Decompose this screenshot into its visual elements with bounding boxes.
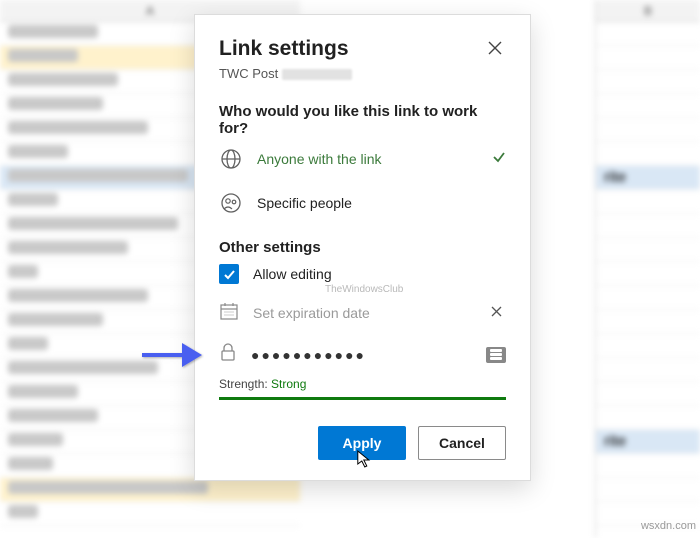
option-anyone-with-link[interactable]: Anyone with the link	[219, 137, 506, 181]
expiration-placeholder: Set expiration date	[253, 305, 473, 321]
strength-label: Strength:	[219, 377, 268, 391]
check-icon	[492, 150, 506, 169]
calendar-icon	[219, 301, 239, 326]
expiration-date-row[interactable]: TheWindowsClub Set expiration date	[219, 292, 506, 334]
file-name-line: TWC Post	[219, 66, 506, 81]
password-strength: Strength: Strong	[219, 377, 506, 391]
checkmark-icon	[223, 268, 236, 281]
watermark-corner: wsxdn.com	[641, 520, 696, 532]
other-settings-title: Other settings	[219, 239, 506, 256]
link-settings-dialog: Link settings TWC Post Who would you lik…	[194, 14, 531, 481]
cell-fragment: rite	[604, 169, 626, 186]
dialog-title: Link settings	[219, 37, 349, 61]
cancel-button[interactable]: Cancel	[418, 426, 506, 460]
option-label: Specific people	[257, 195, 506, 211]
option-label: Anyone with the link	[257, 151, 478, 167]
people-icon	[219, 191, 243, 215]
password-row[interactable]: ●●●●●●●●●●●	[219, 334, 506, 375]
column-header-b[interactable]: B	[596, 0, 700, 22]
clear-expiration-button[interactable]	[487, 300, 506, 326]
close-button[interactable]	[484, 37, 506, 64]
strength-bar	[219, 397, 506, 400]
lock-icon	[219, 342, 237, 367]
dialog-subtitle: Who would you like this link to work for…	[219, 103, 506, 137]
strength-value: Strong	[271, 377, 306, 391]
cancel-label: Cancel	[439, 435, 485, 451]
cursor-icon	[355, 449, 373, 472]
close-icon	[491, 306, 502, 317]
option-specific-people[interactable]: Specific people	[219, 181, 506, 225]
watermark-inline: TheWindowsClub	[325, 284, 403, 295]
file-name-redacted	[282, 69, 352, 80]
allow-editing-label: Allow editing	[253, 266, 506, 282]
password-field[interactable]: ●●●●●●●●●●●	[251, 347, 472, 363]
allow-editing-checkbox[interactable]	[219, 264, 239, 284]
annotation-arrow	[140, 335, 204, 371]
apply-button[interactable]: Apply	[318, 426, 406, 460]
close-icon	[488, 41, 502, 55]
password-reveal-button[interactable]	[486, 347, 506, 363]
cell-fragment: rite	[604, 433, 626, 450]
globe-icon	[219, 147, 243, 171]
file-name: TWC Post	[219, 66, 278, 81]
